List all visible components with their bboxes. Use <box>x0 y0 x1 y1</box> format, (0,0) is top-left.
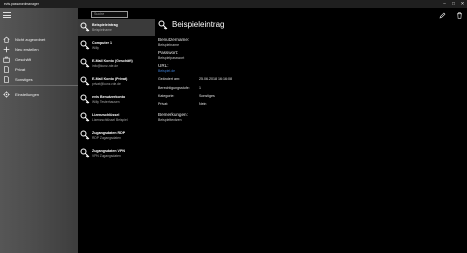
list-item[interactable]: Lizenzschlüssel Lizenzschlüssel Beispiel <box>78 109 155 126</box>
detail-pane: Beispieleintrag Benutzername: Beispielna… <box>155 8 467 253</box>
key-icon <box>80 76 90 86</box>
list-item[interactable]: Computer 1 Willy <box>78 37 155 54</box>
entry-title: Computer 1 <box>92 40 112 45</box>
document-icon <box>3 75 10 83</box>
sidebar-item-unassigned[interactable]: Nicht zugeordnet <box>3 35 45 43</box>
entry-subtitle: RDP Zugangsdaten <box>92 135 121 140</box>
key-icon <box>80 94 90 104</box>
key-icon <box>80 40 90 50</box>
list-item[interactable]: E-Mail Konto (Geschäft) info@kunz-rde.de <box>78 55 155 72</box>
briefcase-icon <box>3 56 10 63</box>
list-item[interactable]: evis Benutzerkonto Willy Testerhausen <box>78 91 155 108</box>
entry-subtitle: Willy Testerhausen <box>92 99 120 104</box>
window-title: evis.passwordmanager <box>4 2 39 6</box>
entry-detail-title: Beispieleintrag <box>172 20 225 29</box>
search-icon[interactable] <box>122 13 126 26</box>
minimize-button[interactable]: – <box>440 0 449 8</box>
title-bar: evis.passwordmanager – □ ✕ <box>0 0 467 8</box>
sidebar-item-label: Nicht zugeordnet <box>15 36 46 42</box>
key-icon <box>80 112 90 122</box>
remarks-label: Bemerkungen: <box>158 112 188 117</box>
gear-icon <box>3 90 10 98</box>
modified-value: 25.06.2018 16:16:08 <box>199 77 232 81</box>
maximize-icon: □ <box>452 0 455 6</box>
permission-level-label: Berechtigungsstufe: <box>158 86 190 90</box>
category-label: Kategorie: <box>158 94 175 98</box>
remarks-value: Beispieltextzen <box>158 118 182 122</box>
close-button[interactable]: ✕ <box>458 0 467 8</box>
key-icon <box>80 148 90 158</box>
password-value: Beispielpasswort <box>158 56 185 60</box>
entry-subtitle: Beispielname <box>92 27 112 32</box>
sidebar-item-other[interactable]: Sonstiges <box>3 75 33 83</box>
category-value: Sonstiges <box>199 94 215 98</box>
sidebar-item-label: Einstellungen <box>15 91 40 97</box>
list-item[interactable]: E-Mail Konto (Privat) privat@kunz-rde.de <box>78 73 155 90</box>
entry-title: Zugangsdaten RDP <box>92 130 126 135</box>
key-icon <box>80 130 90 140</box>
entry-title: Lizenzschlüssel <box>92 112 120 117</box>
sidebar-item-new[interactable]: Neu erstellen <box>3 45 39 53</box>
add-icon <box>3 46 10 53</box>
password-label: Passwort: <box>158 50 179 55</box>
private-value: Nein <box>199 102 207 106</box>
hamburger-menu-button[interactable] <box>3 12 11 18</box>
sidebar-item-label: Sonstiges <box>15 76 33 82</box>
hamburger-line <box>3 12 11 13</box>
list-item[interactable]: Beispieleintrag Beispielname <box>78 19 155 36</box>
sidebar-item-business[interactable]: Geschäft <box>3 55 31 63</box>
search-placeholder: Suche <box>94 12 105 16</box>
sidebar-item-label: Neu erstellen <box>15 46 39 52</box>
entry-title: E-Mail Konto (Privat) <box>92 76 128 81</box>
list-item[interactable]: Zugangsdaten VPN VPN Zugangsdaten <box>78 145 155 162</box>
trash-icon <box>456 11 462 19</box>
sidebar-item-label: Privat <box>15 66 26 72</box>
key-icon <box>158 20 168 30</box>
username-value: Beispielname <box>158 43 180 47</box>
entry-title: Beispieleintrag <box>92 22 118 27</box>
list-item[interactable]: Zugangsdaten RDP RDP Zugangsdaten <box>78 127 155 144</box>
username-label: Benutzername: <box>158 37 190 42</box>
modified-label: Geändert am: <box>158 77 180 81</box>
entry-title: E-Mail Konto (Geschäft) <box>92 58 133 63</box>
entry-list-pane: Suche Beispieleintrag Beispielname Compu… <box>78 8 155 253</box>
sidebar: Nicht zugeordnet Neu erstellen Geschäft … <box>0 8 78 253</box>
pencil-icon <box>439 12 445 18</box>
close-icon: ✕ <box>460 0 465 6</box>
hamburger-line <box>3 14 11 16</box>
home-icon <box>3 36 10 43</box>
entry-title: evis Benutzerkonto <box>92 94 126 99</box>
edit-button[interactable] <box>438 11 446 19</box>
url-link[interactable]: Beispiel.de <box>158 69 175 73</box>
hamburger-line <box>3 17 11 18</box>
sidebar-divider <box>0 85 78 86</box>
sidebar-item-settings[interactable]: Einstellungen <box>3 90 39 98</box>
url-label: URL: <box>158 63 169 68</box>
minimize-icon: – <box>443 0 446 6</box>
sidebar-item-private[interactable]: Privat <box>3 65 25 73</box>
entry-subtitle: VPN Zugangsdaten <box>92 153 121 158</box>
key-icon <box>80 22 90 32</box>
entry-subtitle: Lizenzschlüssel Beispiel <box>92 117 128 122</box>
maximize-button[interactable]: □ <box>449 0 458 8</box>
document-icon <box>3 65 10 73</box>
key-icon <box>80 58 90 68</box>
entry-subtitle: Willy <box>92 45 99 50</box>
delete-button[interactable] <box>455 11 463 19</box>
search-input[interactable]: Suche <box>91 11 128 26</box>
entry-subtitle: info@kunz-rde.de <box>92 63 119 68</box>
sidebar-item-label: Geschäft <box>15 56 32 62</box>
permission-level-value: 1 <box>199 86 201 90</box>
entry-subtitle: privat@kunz-rde.de <box>92 81 121 86</box>
entry-title: Zugangsdaten VPN <box>92 148 125 153</box>
private-label: Privat: <box>158 102 169 106</box>
